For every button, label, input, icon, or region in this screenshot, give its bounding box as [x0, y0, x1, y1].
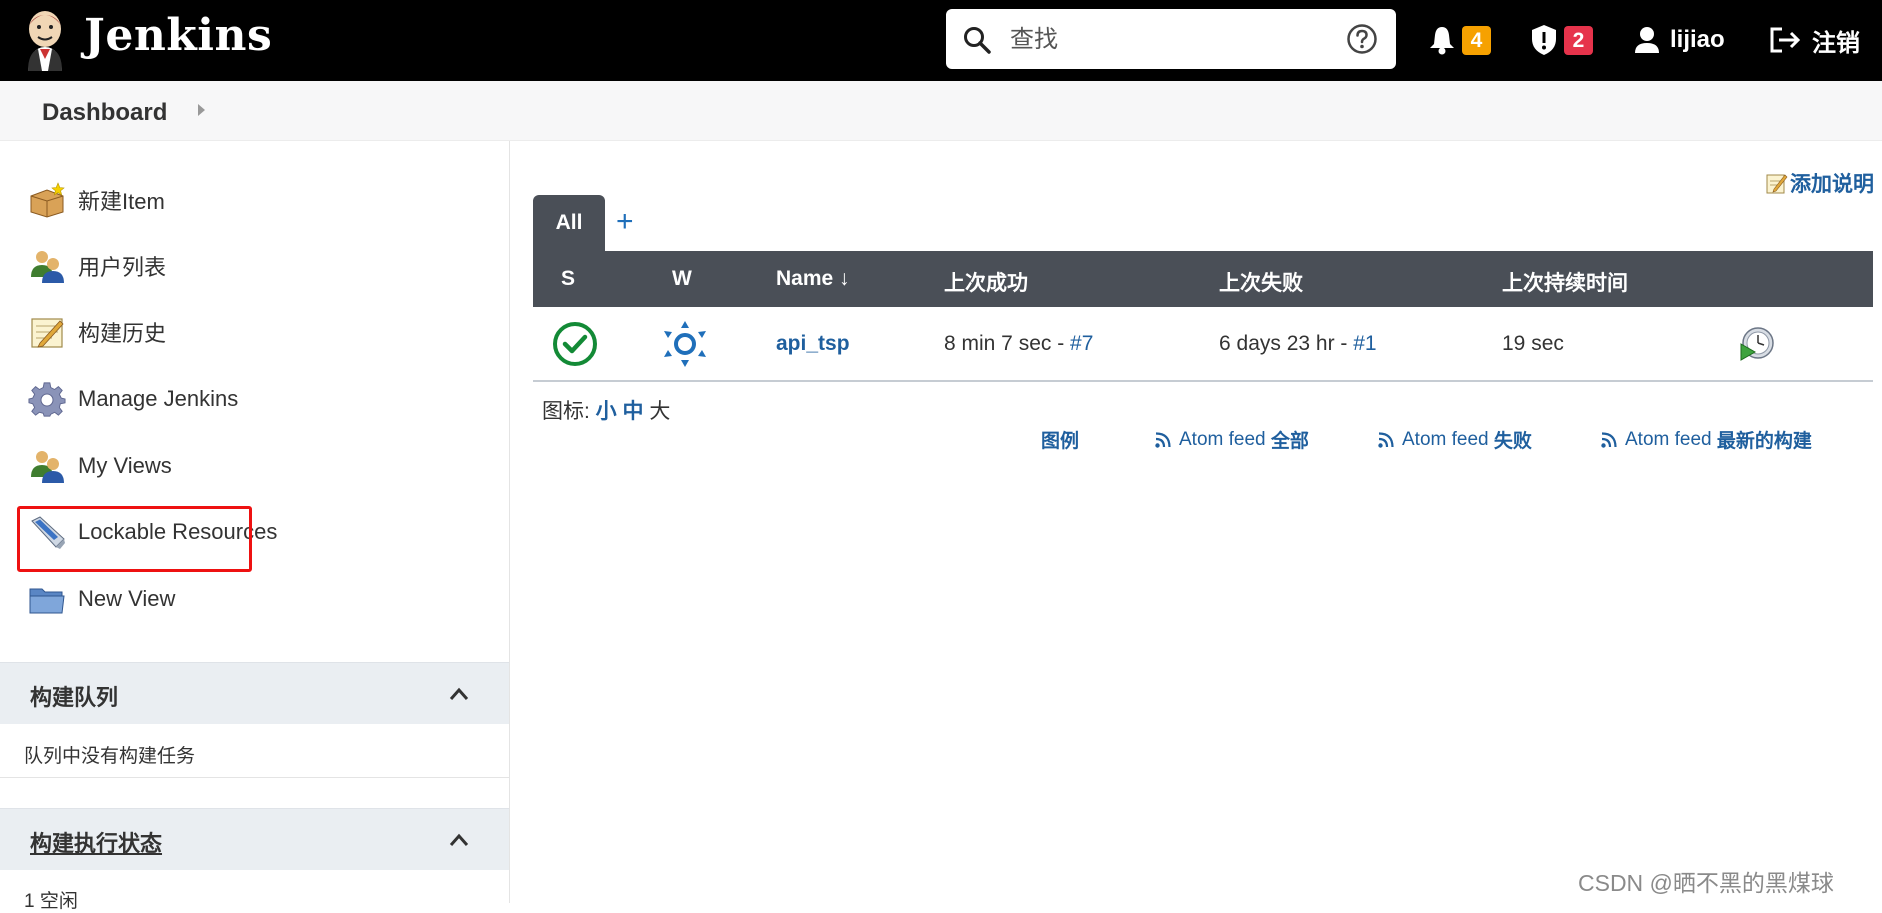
highlight-box	[17, 506, 252, 572]
breadcrumb-dashboard[interactable]: Dashboard	[42, 99, 167, 127]
edit-description-icon	[1766, 174, 1788, 194]
feed-all-suffix: 全部	[1270, 431, 1309, 452]
new-item-icon	[30, 182, 65, 218]
add-view-tab-button[interactable]: +	[616, 205, 634, 239]
breadcrumb: Dashboard	[0, 81, 1882, 141]
icon-size-small[interactable]: 小	[596, 400, 617, 423]
column-last-success[interactable]: 上次成功	[944, 267, 1028, 297]
security-button[interactable]: 2	[1530, 18, 1593, 62]
sidebar-item-label: 构建历史	[78, 321, 167, 346]
build-history-icon	[31, 318, 64, 348]
help-icon[interactable]	[1346, 23, 1378, 55]
jenkins-logo-icon[interactable]	[22, 9, 68, 71]
build-queue-empty: 队列中没有构建任务	[24, 746, 196, 767]
feed-failed-prefix: Atom feed	[1402, 428, 1489, 450]
logout-label: 注销	[1812, 29, 1860, 57]
column-last-duration[interactable]: 上次持续时间	[1502, 267, 1628, 297]
table-row: api_tsp 8 min 7 sec - #7 6 days 23 hr - …	[533, 307, 1873, 382]
icon-size-label: 图标:	[542, 400, 596, 423]
user-icon	[1635, 27, 1659, 53]
last-duration: 19 sec	[1502, 332, 1564, 355]
bell-icon	[1430, 27, 1454, 55]
sidebar-item-users[interactable]: 用户列表	[28, 244, 166, 288]
atom-feed-failed-link[interactable]: Atom feed 失败	[1378, 426, 1532, 453]
rss-icon	[1155, 431, 1171, 448]
build-queue-header[interactable]: 构建队列	[0, 662, 509, 724]
sidebar: 新建Item 用户列表 构建历史 Manage Jenkins My Views…	[0, 141, 510, 912]
logout-icon	[1770, 27, 1801, 53]
last-success-time: 8 min 7 sec -	[944, 332, 1071, 355]
legend-link[interactable]: 图例	[1041, 426, 1079, 453]
last-failure-time: 6 days 23 hr -	[1219, 332, 1354, 355]
security-badge: 2	[1564, 25, 1593, 55]
feed-failed-suffix: 失败	[1493, 431, 1532, 452]
schedule-build-icon[interactable]	[1738, 325, 1776, 363]
column-weather[interactable]: W	[672, 267, 692, 291]
legend-label: 图例	[1041, 431, 1080, 452]
feed-latest-suffix: 最新的构建	[1716, 431, 1812, 452]
watermark-text: CSDN @晒不黑的黑煤球	[1578, 870, 1834, 896]
last-success-build-link[interactable]: #7	[1070, 332, 1093, 355]
search-box	[946, 9, 1396, 69]
success-status-icon	[553, 322, 597, 366]
sidebar-item-my-views[interactable]: My Views	[28, 444, 172, 488]
sidebar-item-label: New View	[78, 586, 176, 611]
atom-feed-all-link[interactable]: Atom feed 全部	[1155, 426, 1309, 453]
sidebar-item-build-history[interactable]: 构建历史	[28, 310, 166, 354]
sidebar-item-label: 用户列表	[78, 255, 167, 280]
notifications-button[interactable]: 4	[1428, 18, 1491, 62]
column-name[interactable]: Name ↓	[776, 267, 850, 291]
add-description-link[interactable]: 添加说明	[1766, 168, 1874, 198]
user-name: lijiao	[1670, 26, 1725, 53]
atom-feed-latest-link[interactable]: Atom feed 最新的构建	[1601, 426, 1812, 453]
sidebar-item-new-view[interactable]: New View	[28, 577, 175, 621]
column-status[interactable]: S	[561, 267, 575, 291]
users-icon	[31, 451, 64, 483]
executors-title[interactable]: 构建执行状态	[30, 826, 162, 858]
job-name-link[interactable]: api_tsp	[776, 332, 850, 356]
logout-button[interactable]: 注销	[1768, 18, 1860, 62]
column-last-failure[interactable]: 上次失败	[1219, 267, 1303, 297]
gear-icon	[28, 382, 66, 417]
executors-header[interactable]: 构建执行状态	[0, 808, 509, 870]
notifications-badge: 4	[1462, 25, 1491, 55]
top-header: Jenkins 4 2 lijiao	[0, 0, 1882, 81]
rss-icon	[1378, 431, 1394, 448]
feed-latest-prefix: Atom feed	[1625, 428, 1712, 450]
chevron-up-icon[interactable]	[449, 831, 469, 849]
sidebar-item-manage-jenkins[interactable]: Manage Jenkins	[28, 377, 238, 421]
search-input[interactable]	[1010, 21, 1310, 57]
search-icon	[964, 27, 991, 54]
add-description-label: 添加说明	[1790, 173, 1874, 196]
executor-item: 1 空闲	[24, 891, 78, 912]
sidebar-item-label: My Views	[78, 453, 172, 478]
breadcrumb-chevron-icon[interactable]	[198, 104, 205, 116]
panel-divider	[0, 777, 509, 778]
folder-icon	[29, 588, 65, 614]
shield-icon	[1532, 25, 1556, 55]
jobs-table-header: S W Name ↓ 上次成功 上次失败 上次持续时间	[533, 251, 1873, 307]
sidebar-item-label: Manage Jenkins	[78, 386, 239, 411]
feed-all-prefix: Atom feed	[1179, 428, 1266, 450]
rss-icon	[1601, 431, 1617, 448]
icon-size-large: 大	[649, 400, 671, 423]
icon-size-selector: 图标: 小 中 大	[542, 395, 670, 425]
build-queue-title: 构建队列	[30, 685, 119, 710]
sunny-weather-icon	[664, 321, 706, 367]
sidebar-item-new-item[interactable]: 新建Item	[28, 178, 165, 222]
brand-title[interactable]: Jenkins	[84, 10, 272, 61]
tab-all[interactable]: All	[533, 195, 605, 251]
user-button[interactable]: lijiao	[1634, 18, 1725, 62]
users-icon	[31, 251, 64, 283]
sidebar-item-label: 新建Item	[78, 189, 165, 214]
icon-size-medium[interactable]: 中	[623, 400, 644, 423]
chevron-up-icon[interactable]	[449, 685, 469, 703]
last-failure-build-link[interactable]: #1	[1353, 332, 1376, 355]
